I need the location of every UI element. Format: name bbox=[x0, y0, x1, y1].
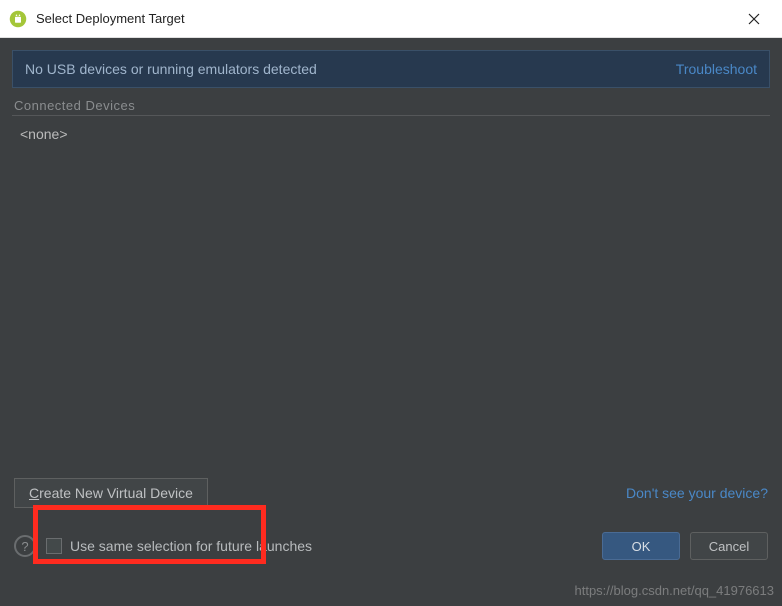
button-label-rest: reate New Virtual Device bbox=[39, 485, 193, 501]
dialog-body: No USB devices or running emulators dete… bbox=[0, 38, 782, 606]
watermark: https://blog.csdn.net/qq_41976613 bbox=[575, 583, 775, 598]
banner-message: No USB devices or running emulators dete… bbox=[25, 61, 317, 77]
create-virtual-device-button[interactable]: Create New Virtual Device bbox=[14, 478, 208, 508]
cancel-button[interactable]: Cancel bbox=[690, 532, 768, 560]
help-button[interactable]: ? bbox=[14, 535, 36, 557]
android-icon bbox=[8, 9, 28, 29]
remember-selection-checkbox[interactable]: Use same selection for future launches bbox=[46, 538, 312, 554]
window-title: Select Deployment Target bbox=[36, 11, 734, 26]
footer-right: OK Cancel bbox=[602, 532, 768, 560]
titlebar: Select Deployment Target bbox=[0, 0, 782, 38]
checkbox-label: Use same selection for future launches bbox=[70, 538, 312, 554]
close-button[interactable] bbox=[734, 4, 774, 34]
status-banner: No USB devices or running emulators dete… bbox=[12, 50, 770, 88]
actions-row: Create New Virtual Device Don't see your… bbox=[12, 478, 770, 508]
devices-none: <none> bbox=[20, 126, 68, 142]
mnemonic-char: C bbox=[29, 485, 39, 501]
footer-row: ? Use same selection for future launches… bbox=[12, 532, 770, 560]
dont-see-device-link[interactable]: Don't see your device? bbox=[626, 485, 768, 501]
connected-devices-label: Connected Devices bbox=[12, 98, 770, 113]
divider bbox=[12, 115, 770, 116]
ok-button[interactable]: OK bbox=[602, 532, 680, 560]
checkbox-icon bbox=[46, 538, 62, 554]
footer-left: ? Use same selection for future launches bbox=[14, 535, 312, 557]
devices-list[interactable]: <none> bbox=[12, 122, 770, 472]
troubleshoot-link[interactable]: Troubleshoot bbox=[676, 61, 757, 77]
